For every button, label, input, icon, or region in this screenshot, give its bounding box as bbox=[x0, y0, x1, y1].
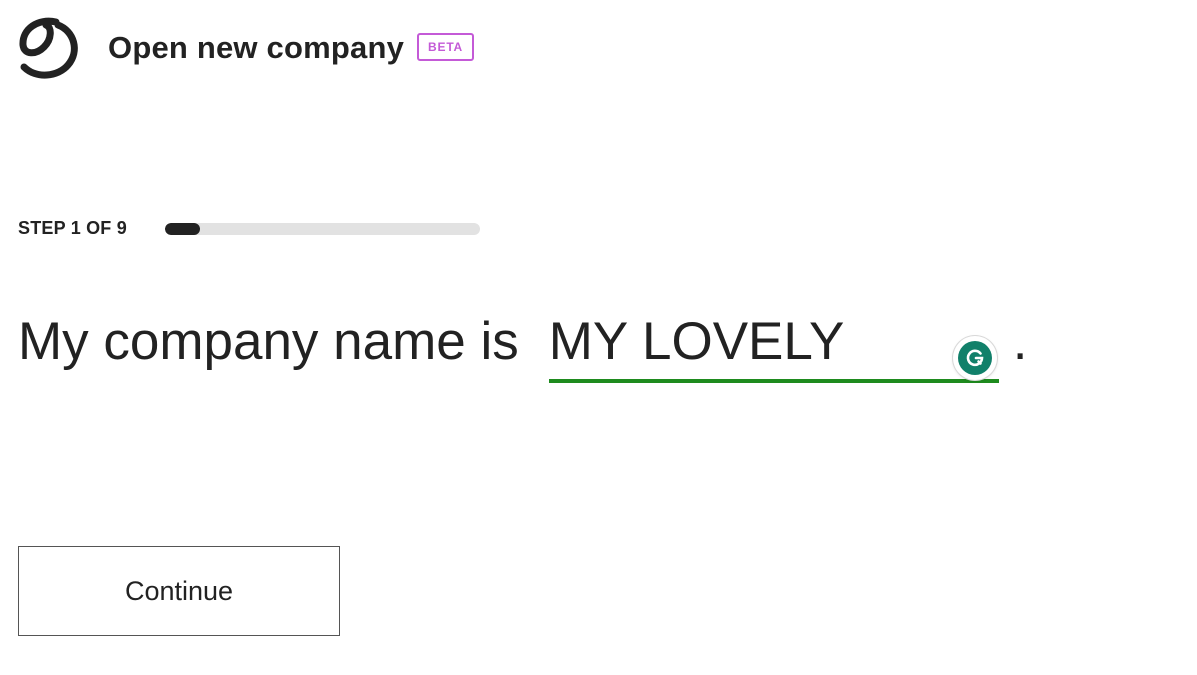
progress-track bbox=[164, 222, 480, 235]
company-name-field-wrap bbox=[548, 308, 999, 384]
input-underline bbox=[548, 379, 999, 383]
company-name-input[interactable] bbox=[548, 308, 999, 376]
continue-button[interactable]: Continue bbox=[18, 546, 340, 636]
company-name-sentence: My company name is . bbox=[18, 308, 1027, 384]
page: Open new company BETA STEP 1 OF 9 My com… bbox=[0, 0, 1197, 675]
step-indicator: STEP 1 OF 9 bbox=[18, 218, 480, 239]
grammarly-icon[interactable] bbox=[952, 336, 997, 380]
sentence-period: . bbox=[1012, 312, 1028, 371]
beta-badge: BETA bbox=[417, 32, 475, 61]
grammarly-g-icon bbox=[966, 349, 984, 367]
progress-fill bbox=[164, 222, 200, 235]
page-title: Open new company bbox=[108, 30, 405, 65]
page-header: Open new company BETA bbox=[18, 16, 475, 80]
grammarly-icon-inner bbox=[957, 341, 992, 375]
brand-logo-icon[interactable] bbox=[18, 17, 80, 79]
step-label: STEP 1 OF 9 bbox=[18, 218, 127, 238]
sentence-prompt: My company name is bbox=[18, 312, 519, 371]
